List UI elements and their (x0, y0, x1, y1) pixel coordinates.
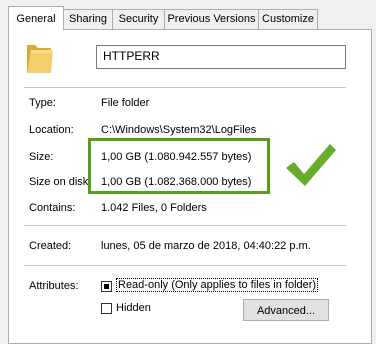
size-label: Size: (29, 151, 54, 163)
separator (24, 87, 346, 88)
size-highlight-box (88, 138, 270, 194)
tab-strip: General Sharing Security Previous Versio… (0, 0, 376, 30)
folder-name-field[interactable]: HTTPERR (96, 45, 346, 69)
type-value: File folder (101, 97, 150, 109)
location-label: Location: (29, 124, 74, 136)
hidden-label[interactable]: Hidden (116, 302, 151, 314)
hidden-checkbox[interactable] (101, 303, 112, 314)
contains-label: Contains: (29, 202, 76, 214)
separator (24, 225, 346, 226)
separator (24, 265, 346, 266)
tab-sharing[interactable]: Sharing (63, 9, 113, 29)
type-label: Type: (29, 97, 56, 109)
checkmark-icon (286, 144, 336, 186)
readonly-indeterminate-mark (104, 284, 109, 289)
tab-security[interactable]: Security (112, 9, 165, 29)
created-value: lunes, 05 de marzo de 2018, 04:40:22 p.m… (101, 240, 311, 252)
created-label: Created: (29, 240, 72, 252)
folder-icon (27, 45, 53, 73)
contains-value: 1.042 Files, 0 Folders (101, 202, 207, 214)
readonly-checkbox[interactable] (101, 281, 112, 292)
advanced-button[interactable]: Advanced... (243, 299, 329, 321)
readonly-label[interactable]: Read-only (Only applies to files in fold… (116, 278, 319, 292)
tab-general[interactable]: General (8, 6, 64, 30)
location-value: C:\Windows\System32\LogFiles (101, 124, 257, 136)
size-on-disk-label: Size on disk: (29, 176, 92, 188)
tab-customize[interactable]: Customize (258, 9, 318, 29)
tab-previous-versions[interactable]: Previous Versions (164, 9, 259, 29)
attributes-label: Attributes: (29, 280, 79, 292)
